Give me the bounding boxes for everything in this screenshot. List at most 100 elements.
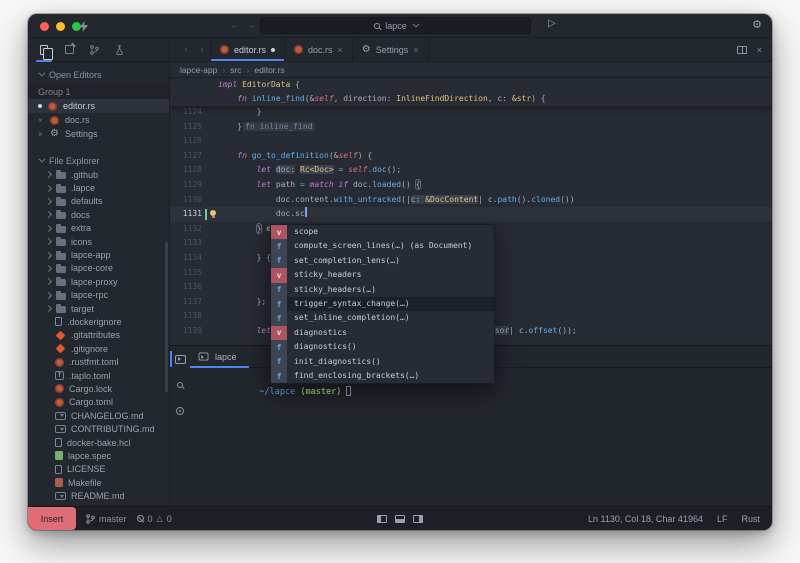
- code-line[interactable]: 1125}fn inline_find: [170, 120, 772, 135]
- completion-item[interactable]: ftrigger_syntax_change(…): [271, 297, 494, 311]
- file-tree-item[interactable]: README.md: [28, 489, 169, 502]
- problems-icon[interactable]: [170, 398, 190, 424]
- source-control-icon[interactable]: [86, 38, 102, 62]
- file-tree-item[interactable]: T.taplo.toml: [28, 369, 169, 382]
- minimize-window-button[interactable]: [56, 22, 65, 31]
- tab-doc.rs[interactable]: doc.rs×: [285, 38, 353, 61]
- code-token: match: [310, 180, 339, 189]
- command-palette-button[interactable]: lapce: [260, 17, 531, 34]
- debug-icon[interactable]: [111, 38, 127, 62]
- rust-file-icon: [55, 358, 64, 367]
- plugins-icon[interactable]: [61, 38, 77, 62]
- completion-label: set_inline_completion(…): [287, 311, 494, 325]
- close-tab-icon[interactable]: ×: [338, 45, 343, 55]
- code-line[interactable]: 1130doc.content.with_untracked(|c: &DocC…: [170, 193, 772, 208]
- breadcrumb-item[interactable]: lapce-app: [180, 65, 217, 75]
- terminal-tab[interactable]: lapce: [190, 346, 249, 367]
- close-editor-icon[interactable]: ×: [38, 130, 44, 139]
- file-tree-item[interactable]: .gitattributes: [28, 329, 169, 342]
- zoom-window-button[interactable]: [72, 22, 81, 31]
- tab-editor.rs[interactable]: editor.rs: [210, 38, 285, 61]
- code-line[interactable]: 1127fn go_to_definition(&self) {: [170, 149, 772, 164]
- sidebar-scrollbar[interactable]: [165, 242, 168, 392]
- run-icon[interactable]: ▷: [548, 18, 556, 29]
- file-tree-item[interactable]: lapce-proxy: [28, 275, 169, 288]
- close-icon[interactable]: ×: [757, 45, 762, 55]
- terminal-icon[interactable]: [170, 346, 190, 372]
- file-explorer-header[interactable]: File Explorer: [28, 153, 169, 168]
- file-tree-item[interactable]: lapce-rpc: [28, 289, 169, 302]
- chevron-down-icon: [38, 70, 45, 77]
- lightbulb-icon[interactable]: [210, 210, 216, 216]
- tab-Settings[interactable]: ⚙Settings×: [353, 38, 429, 61]
- file-tree-item[interactable]: lapce.spec: [28, 449, 169, 462]
- file-tree-item[interactable]: extra: [28, 222, 169, 235]
- code-line[interactable]: 1126: [170, 134, 772, 149]
- code-line-tail: rsor| c.offset());: [490, 324, 577, 339]
- open-editor-item[interactable]: ×⚙Settings: [28, 127, 169, 141]
- file-tree-item[interactable]: icons: [28, 235, 169, 248]
- file-tree-item[interactable]: Cargo.toml: [28, 396, 169, 409]
- problems-item[interactable]: 0 △ 0: [137, 514, 172, 524]
- open-editor-item[interactable]: ×doc.rs: [28, 113, 169, 127]
- git-branch-item[interactable]: master: [86, 514, 127, 524]
- file-tree-item[interactable]: CONTRIBUTING.md: [28, 422, 169, 435]
- tabs-back-icon[interactable]: ‹: [178, 38, 194, 61]
- rust-file-icon: [55, 384, 64, 393]
- completion-item[interactable]: ffind_enclosing_brackets(…): [271, 369, 494, 383]
- file-tree-item[interactable]: CHANGELOG.md: [28, 409, 169, 422]
- breadcrumb-item[interactable]: editor.rs: [254, 65, 284, 75]
- file-tree-item[interactable]: defaults: [28, 195, 169, 208]
- tabs-forward-icon[interactable]: ›: [194, 38, 210, 61]
- completion-item[interactable]: fcompute_screen_lines(…) (as Document): [271, 239, 494, 253]
- file-tree-item[interactable]: Makefile: [28, 476, 169, 489]
- markdown-icon: [55, 412, 66, 420]
- file-tree-item[interactable]: .gitignore: [28, 342, 169, 355]
- file-tree-item[interactable]: Cargo.lock: [28, 382, 169, 395]
- file-tree-item[interactable]: docs: [28, 208, 169, 221]
- line-ending[interactable]: LF: [717, 514, 728, 524]
- code-line[interactable]: 1128let doc: Rc<Doc> = self.doc();: [170, 163, 772, 178]
- completion-item[interactable]: vdiagnostics: [271, 326, 494, 340]
- file-tree-item[interactable]: docker-bake.hcl: [28, 436, 169, 449]
- completion-item[interactable]: finit_diagnostics(): [271, 355, 494, 369]
- terminal-icon: [199, 352, 209, 360]
- file-tree-item[interactable]: .rustfmt.toml: [28, 355, 169, 368]
- cursor-position[interactable]: Ln 1130, Col 18, Char 41964: [588, 514, 703, 524]
- close-editor-icon[interactable]: ×: [38, 116, 44, 125]
- file-explorer-icon[interactable]: [36, 38, 52, 62]
- file-tree-item[interactable]: LICENSE: [28, 463, 169, 476]
- completion-item[interactable]: vsticky_headers: [271, 268, 494, 282]
- open-editor-item[interactable]: editor.rs: [28, 99, 169, 113]
- completion-item[interactable]: fset_inline_completion(…): [271, 311, 494, 325]
- completion-item[interactable]: fset_completion_lens(…): [271, 254, 494, 268]
- file-tree-item[interactable]: .dockerignore: [28, 315, 169, 328]
- file-tree-item[interactable]: .github: [28, 168, 169, 181]
- file-tree-item[interactable]: .lapce: [28, 181, 169, 194]
- completion-item[interactable]: vscope: [271, 225, 494, 239]
- code-line[interactable]: 1129let path = match if doc.loaded() {: [170, 178, 772, 193]
- close-window-button[interactable]: [40, 22, 49, 31]
- breadcrumb-item[interactable]: src: [230, 65, 241, 75]
- completion-item[interactable]: fdiagnostics(): [271, 340, 494, 354]
- code-line[interactable]: 1124}: [170, 105, 772, 120]
- file-tree-item[interactable]: lapce-app: [28, 248, 169, 261]
- file-tree-item[interactable]: lapce-core: [28, 262, 169, 275]
- toggle-right-panel-icon[interactable]: [413, 515, 423, 523]
- forward-arrow-icon[interactable]: →: [244, 18, 258, 33]
- language-mode[interactable]: Rust: [741, 514, 760, 524]
- split-editor-icon[interactable]: [737, 46, 747, 54]
- completion-item[interactable]: fsticky_headers(…): [271, 283, 494, 297]
- toggle-left-panel-icon[interactable]: [377, 515, 387, 523]
- file-tree-label: icons: [71, 237, 92, 247]
- back-arrow-icon[interactable]: ←: [228, 18, 242, 33]
- editor-mode-badge[interactable]: Insert: [28, 507, 76, 530]
- open-editors-header[interactable]: Open Editors: [28, 67, 169, 82]
- settings-gear-icon[interactable]: ⚙: [752, 18, 762, 31]
- code-token: InlineFindDirection: [396, 94, 488, 103]
- close-tab-icon[interactable]: ×: [413, 45, 418, 55]
- search-icon[interactable]: [170, 372, 190, 398]
- toggle-bottom-panel-icon[interactable]: [395, 515, 405, 523]
- code-line[interactable]: 1131doc.sc: [170, 207, 772, 222]
- file-tree-item[interactable]: target: [28, 302, 169, 315]
